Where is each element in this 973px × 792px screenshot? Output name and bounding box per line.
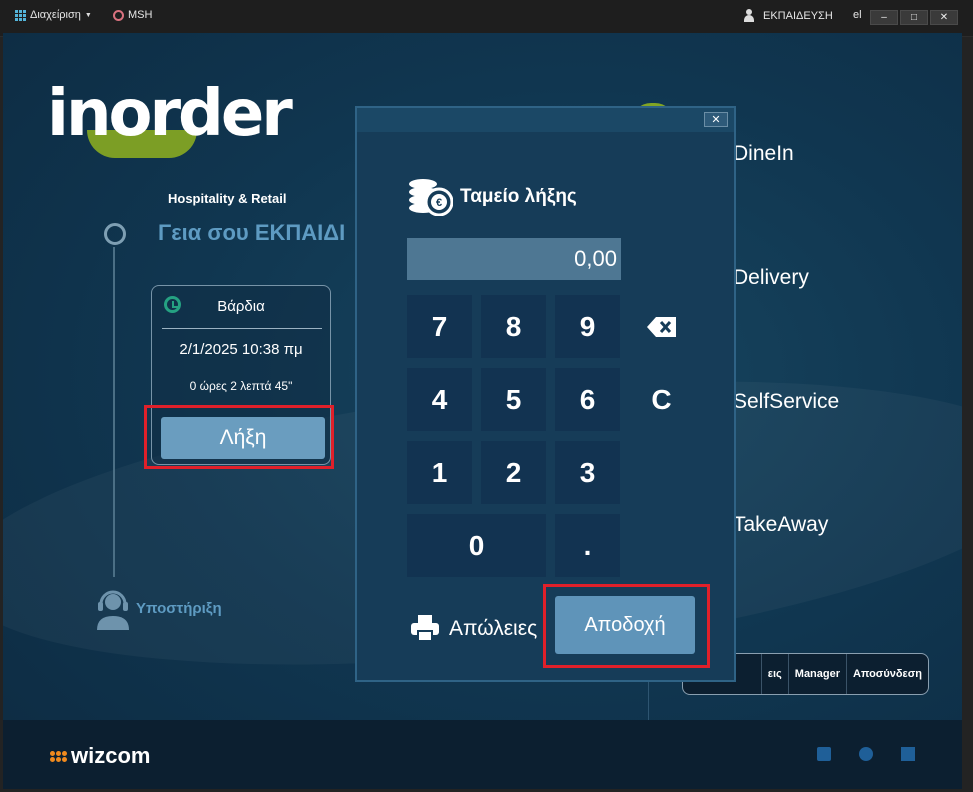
logo-name: inorder (47, 77, 293, 151)
mode-selfservice[interactable]: SelfService (733, 390, 839, 414)
key-3[interactable]: 3 (555, 441, 620, 504)
mode-takeaway[interactable]: TakeAway (733, 513, 828, 537)
store-label: MSH (128, 9, 153, 21)
shift-duration: 0 ώρες 2 λεπτά 45" (189, 379, 293, 393)
support-label[interactable]: Υποστήριξη (136, 600, 222, 617)
close-button[interactable]: ✕ (930, 10, 958, 25)
minimize-button[interactable]: – (870, 10, 898, 25)
wizcom-logo: wizcom (50, 743, 150, 769)
admin-menu[interactable]: Διαχείριση ▼ (15, 9, 92, 21)
amount-value: 0,00 (574, 246, 617, 271)
shift-start-date: 2/1/2025 10:38 πμ (179, 341, 303, 358)
key-6[interactable]: 6 (555, 368, 620, 431)
windows-icon[interactable] (901, 747, 915, 761)
logo-subtitle: Hospitality & Retail (168, 191, 287, 206)
greeting-title: Γεια σου ΕΚΠΑΙΔΙ (158, 220, 346, 245)
losses-button[interactable]: Απώλειες (449, 617, 537, 641)
wizcom-dots-icon (50, 750, 67, 762)
dialog-title: Ταμείο λήξης (460, 186, 577, 207)
store-selector[interactable]: MSH (113, 9, 152, 21)
coins-euro-icon: € (409, 179, 453, 216)
key-7[interactable]: 7 (407, 295, 472, 358)
bottom-bar-item-1[interactable]: εις (760, 654, 788, 694)
backspace-icon (646, 316, 676, 337)
support-headset-icon (97, 590, 129, 630)
mode-delivery[interactable]: Delivery (733, 266, 809, 290)
shift-title: Βάρδια (217, 298, 265, 315)
title-bar: Διαχείριση ▼ MSH ΕΚΠΑΙΔΕΥΣΗ el – □ ✕ (0, 0, 973, 37)
divider (162, 328, 322, 329)
user-label: ΕΚΠΑΙΔΕΥΣΗ (763, 9, 833, 22)
dialog-titlebar (357, 108, 734, 132)
svg-text:€: € (436, 197, 442, 209)
amount-input[interactable]: 0,00 (407, 238, 621, 280)
key-0[interactable]: 0 (407, 514, 546, 577)
admin-menu-label: Διαχείριση (30, 9, 81, 21)
printer-icon[interactable] (410, 613, 440, 643)
key-1[interactable]: 1 (407, 441, 472, 504)
manager-button[interactable]: Manager (787, 654, 846, 694)
user-menu[interactable]: ΕΚΠΑΙΔΕΥΣΗ (744, 9, 833, 22)
grid-icon (15, 9, 26, 21)
logout-button[interactable]: Αποσύνδεση (846, 654, 928, 694)
language-label: el (853, 9, 862, 21)
mode-dinein[interactable]: DineIn (733, 142, 794, 166)
highlight-box (144, 405, 334, 469)
brand-name: wizcom (71, 743, 151, 768)
key-4[interactable]: 4 (407, 368, 472, 431)
timeline-line (113, 247, 115, 577)
store-ring-icon (113, 9, 124, 21)
backspace-button[interactable] (629, 295, 694, 358)
close-cash-dialog: ✕ € Ταμείο λήξης 0,00 7 8 9 4 5 6 C 1 2 … (355, 106, 736, 682)
user-icon (744, 9, 759, 22)
timeline-dot (104, 223, 126, 245)
key-8[interactable]: 8 (481, 295, 546, 358)
maximize-button[interactable]: □ (900, 10, 928, 25)
caret-down-icon: ▼ (84, 11, 92, 19)
key-decimal[interactable]: . (555, 514, 620, 577)
dialog-close-button[interactable]: ✕ (704, 112, 728, 127)
key-2[interactable]: 2 (481, 441, 546, 504)
key-9[interactable]: 9 (555, 295, 620, 358)
key-5[interactable]: 5 (481, 368, 546, 431)
language-selector[interactable]: el (853, 9, 862, 21)
inorder-logo: inorder Hospitality & Retail (47, 77, 293, 206)
chat-icon[interactable] (817, 747, 831, 761)
clear-button[interactable]: C (629, 368, 694, 431)
highlight-box (543, 584, 710, 668)
info-icon[interactable] (859, 747, 873, 761)
